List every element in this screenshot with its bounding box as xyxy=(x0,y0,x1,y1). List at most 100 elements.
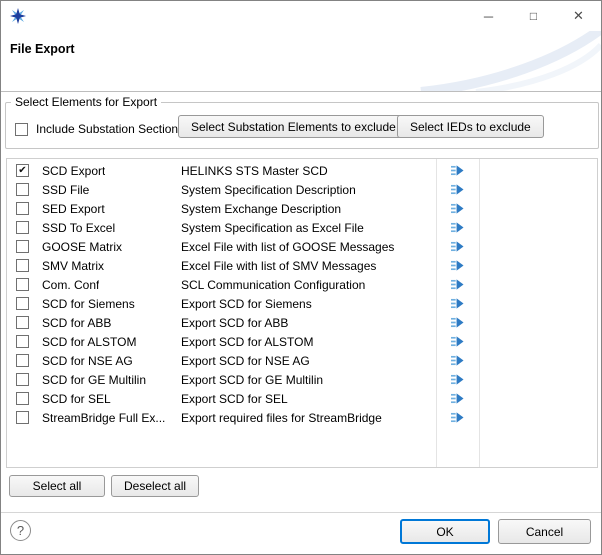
banner-swoosh-decoration xyxy=(381,31,601,92)
row-checkbox[interactable] xyxy=(16,373,29,386)
select-all-button[interactable]: Select all xyxy=(9,475,105,497)
row-name: StreamBridge Full Ex... xyxy=(42,411,165,425)
row-description: Export SCD for Siemens xyxy=(177,297,436,311)
row-checkbox[interactable] xyxy=(16,316,29,329)
row-name-cell: ✔ SCD Export xyxy=(7,164,177,178)
ok-button[interactable]: OK xyxy=(400,519,490,544)
export-icon[interactable] xyxy=(450,411,465,424)
export-table: ✔ SCD Export HELINKS STS Master SCD SSD … xyxy=(6,158,598,468)
row-description: Excel File with list of SMV Messages xyxy=(177,259,436,273)
row-name-cell: SCD for ABB xyxy=(7,316,177,330)
row-icon-cell xyxy=(436,297,479,310)
row-checkbox[interactable] xyxy=(16,202,29,215)
row-name: SCD Export xyxy=(42,164,105,178)
row-name-cell: SMV Matrix xyxy=(7,259,177,273)
table-row[interactable]: SSD File System Specification Descriptio… xyxy=(7,180,597,199)
maximize-button[interactable]: □ xyxy=(511,1,556,31)
table-row[interactable]: SCD for SEL Export SCD for SEL xyxy=(7,389,597,408)
row-checkbox[interactable]: ✔ xyxy=(16,164,29,177)
export-icon[interactable] xyxy=(450,240,465,253)
row-checkbox[interactable] xyxy=(16,411,29,424)
row-checkbox[interactable] xyxy=(16,183,29,196)
table-row[interactable]: SSD To Excel System Specification as Exc… xyxy=(7,218,597,237)
row-description: System Specification Description xyxy=(177,183,436,197)
include-substation-label: Include Substation Section xyxy=(36,122,178,136)
row-name: SCD for ALSTOM xyxy=(42,335,136,349)
row-checkbox[interactable] xyxy=(16,354,29,367)
export-icon[interactable] xyxy=(450,354,465,367)
export-icon[interactable] xyxy=(450,392,465,405)
cancel-button[interactable]: Cancel xyxy=(498,519,591,544)
include-substation-checkbox[interactable] xyxy=(15,123,28,136)
row-checkbox[interactable] xyxy=(16,259,29,272)
row-icon-cell xyxy=(436,221,479,234)
export-icon[interactable] xyxy=(450,335,465,348)
row-checkbox[interactable] xyxy=(16,240,29,253)
export-icon[interactable] xyxy=(450,259,465,272)
row-checkbox[interactable] xyxy=(16,221,29,234)
table-row[interactable]: Com. Conf SCL Communication Configuratio… xyxy=(7,275,597,294)
row-description: Export SCD for GE Multilin xyxy=(177,373,436,387)
row-description: SCL Communication Configuration xyxy=(177,278,436,292)
row-name-cell: SCD for Siemens xyxy=(7,297,177,311)
row-checkbox[interactable] xyxy=(16,392,29,405)
help-button[interactable]: ? xyxy=(10,520,31,541)
table-row[interactable]: SCD for GE Multilin Export SCD for GE Mu… xyxy=(7,370,597,389)
table-row[interactable]: SCD for ALSTOM Export SCD for ALSTOM xyxy=(7,332,597,351)
table-row[interactable]: SCD for ABB Export SCD for ABB xyxy=(7,313,597,332)
row-icon-cell xyxy=(436,202,479,215)
row-icon-cell xyxy=(436,164,479,177)
row-name-cell: Com. Conf xyxy=(7,278,177,292)
row-name-cell: SCD for NSE AG xyxy=(7,354,177,368)
table-row[interactable]: SCD for Siemens Export SCD for Siemens xyxy=(7,294,597,313)
row-description: System Specification as Excel File xyxy=(177,221,436,235)
table-row[interactable]: ✔ SCD Export HELINKS STS Master SCD xyxy=(7,161,597,180)
close-button[interactable]: ✕ xyxy=(556,1,601,31)
row-icon-cell xyxy=(436,373,479,386)
row-icon-cell xyxy=(436,354,479,367)
export-icon[interactable] xyxy=(450,316,465,329)
page-title: File Export xyxy=(10,42,75,56)
row-icon-cell xyxy=(436,335,479,348)
row-icon-cell xyxy=(436,259,479,272)
select-substation-elements-button[interactable]: Select Substation Elements to exclude xyxy=(178,115,409,138)
export-icon[interactable] xyxy=(450,278,465,291)
row-icon-cell xyxy=(436,392,479,405)
row-icon-cell xyxy=(436,316,479,329)
export-icon[interactable] xyxy=(450,373,465,386)
export-table-body: ✔ SCD Export HELINKS STS Master SCD SSD … xyxy=(7,161,597,427)
minimize-button[interactable]: ─ xyxy=(466,1,511,31)
export-icon[interactable] xyxy=(450,164,465,177)
row-name: SED Export xyxy=(42,202,105,216)
table-row[interactable]: SCD for NSE AG Export SCD for NSE AG xyxy=(7,351,597,370)
table-row[interactable]: StreamBridge Full Ex... Export required … xyxy=(7,408,597,427)
row-icon-cell xyxy=(436,240,479,253)
row-description: Export SCD for ALSTOM xyxy=(177,335,436,349)
row-name: SMV Matrix xyxy=(42,259,104,273)
file-export-dialog: ─ □ ✕ File Export Select Elements for Ex… xyxy=(0,0,602,555)
export-icon[interactable] xyxy=(450,221,465,234)
export-icon[interactable] xyxy=(450,297,465,310)
table-row[interactable]: GOOSE Matrix Excel File with list of GOO… xyxy=(7,237,597,256)
row-name-cell: SSD File xyxy=(7,183,177,197)
row-description: Export SCD for NSE AG xyxy=(177,354,436,368)
row-checkbox[interactable] xyxy=(16,297,29,310)
export-icon[interactable] xyxy=(450,202,465,215)
deselect-all-button[interactable]: Deselect all xyxy=(111,475,199,497)
row-name: SSD File xyxy=(42,183,89,197)
title-bar[interactable]: ─ □ ✕ xyxy=(1,1,601,31)
row-name: SCD for ABB xyxy=(42,316,111,330)
row-name: SCD for SEL xyxy=(42,392,111,406)
window-controls: ─ □ ✕ xyxy=(466,1,601,31)
row-description: Export required files for StreamBridge xyxy=(177,411,436,425)
row-checkbox[interactable] xyxy=(16,278,29,291)
export-icon[interactable] xyxy=(450,183,465,196)
select-ieds-button[interactable]: Select IEDs to exclude xyxy=(397,115,544,138)
row-name-cell: SCD for SEL xyxy=(7,392,177,406)
table-row[interactable]: SMV Matrix Excel File with list of SMV M… xyxy=(7,256,597,275)
row-name-cell: SCD for GE Multilin xyxy=(7,373,177,387)
row-name-cell: SCD for ALSTOM xyxy=(7,335,177,349)
table-row[interactable]: SED Export System Exchange Description xyxy=(7,199,597,218)
row-icon-cell xyxy=(436,278,479,291)
row-checkbox[interactable] xyxy=(16,335,29,348)
